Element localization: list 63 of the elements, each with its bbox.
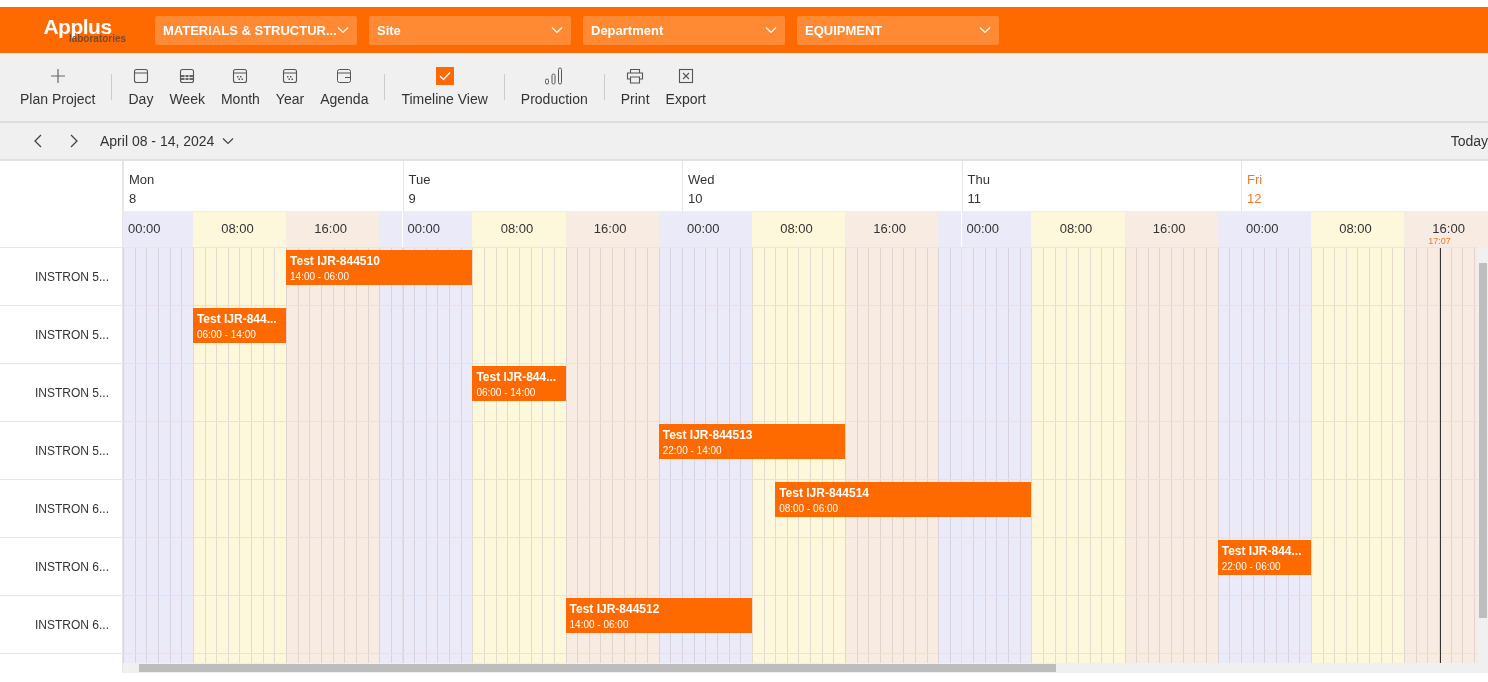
toolbar-button[interactable]: Timeline View	[393, 67, 496, 107]
chevron-down-icon	[765, 26, 777, 34]
hour-label: 16:00	[314, 221, 347, 236]
day-header: Wed 10	[682, 161, 962, 211]
calendar-icon	[282, 68, 298, 84]
toolbar-button[interactable]: Agenda	[312, 67, 377, 107]
toolbar-button[interactable]: Production	[512, 67, 596, 107]
calendar-icon	[232, 68, 249, 84]
export-icon	[677, 68, 694, 84]
chevron-down-icon	[979, 26, 991, 34]
logo: Applus laboratories	[42, 16, 128, 44]
hour-label: 08:00	[1339, 221, 1372, 236]
toolbar-button[interactable]: Month	[212, 67, 268, 107]
hour-label: 00:00	[128, 221, 161, 236]
resource-label: INSTRON 5...	[0, 306, 122, 364]
hour-label: 00:00	[687, 221, 720, 236]
resource-label: INSTRON 6...	[0, 480, 122, 538]
checkmark-icon	[438, 71, 451, 81]
resource-label: INSTRON 6...	[0, 596, 122, 654]
scrollbar-thumb[interactable]	[1479, 263, 1487, 618]
toolbar-button[interactable]: Export	[657, 67, 714, 107]
current-time-label: 17:07	[1428, 236, 1451, 246]
hour-label: 16:00	[1152, 221, 1186, 236]
date-range[interactable]: April 08 - 14, 2024	[100, 133, 215, 149]
toolbar-button[interactable]: Print	[612, 67, 658, 107]
chevron-down-icon[interactable]	[222, 137, 235, 145]
hour-label: 16:00	[873, 221, 906, 236]
day-header: Thu 11	[961, 161, 1241, 211]
toolbar-button[interactable]: Plan Project	[12, 67, 104, 107]
hour-label: 08:00	[221, 221, 254, 236]
hour-label: 00:00	[966, 221, 1000, 236]
resource-label: INSTRON 6...	[0, 538, 122, 596]
toolbar-button[interactable]: Year	[267, 67, 313, 107]
day-header: Mon 8	[123, 161, 403, 211]
chevron-down-icon	[337, 26, 349, 34]
hour-label: 08:00	[1059, 221, 1093, 236]
horizontal-scrollbar[interactable]	[123, 663, 1488, 673]
bar-chart-icon	[544, 67, 565, 85]
chevron-down-icon	[551, 26, 563, 34]
resource-label: INSTRON 5...	[0, 248, 122, 306]
hour-label: 00:00	[1246, 221, 1279, 236]
toolbar-button[interactable]: Day	[120, 67, 162, 107]
toolbar-button[interactable]: Week	[161, 67, 213, 107]
hour-label: 00:00	[407, 221, 441, 236]
agenda-icon	[336, 68, 353, 84]
plus-icon	[49, 68, 66, 84]
day-header: Fri 12	[1241, 161, 1488, 211]
vertical-scrollbar[interactable]	[1478, 247, 1488, 663]
previous-icon[interactable]	[34, 134, 42, 148]
today-button[interactable]: Today	[1450, 133, 1488, 149]
next-icon[interactable]	[70, 134, 78, 148]
hour-label: 08:00	[500, 221, 534, 236]
hour-label: 08:00	[780, 221, 813, 236]
calendar-week-icon	[179, 68, 196, 84]
checkbox[interactable]	[435, 67, 454, 85]
printer-icon	[626, 68, 645, 84]
scrollbar-thumb[interactable]	[139, 664, 1056, 672]
hour-label: 16:00	[1432, 221, 1465, 236]
resource-label: INSTRON 5...	[0, 364, 122, 422]
day-header: Tue 9	[402, 161, 682, 211]
calendar-day-icon	[132, 68, 149, 84]
resource-label: INSTRON 5...	[0, 422, 122, 480]
hour-label: 16:00	[593, 221, 627, 236]
